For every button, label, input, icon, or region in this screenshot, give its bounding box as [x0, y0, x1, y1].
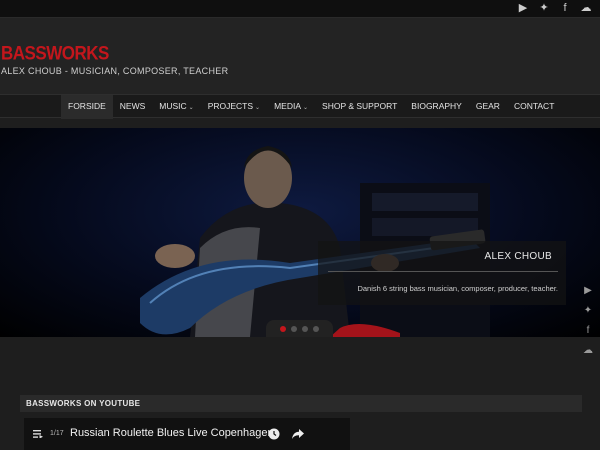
- site-header: BASSWORKS ALEX CHOUB - MUSICIAN, COMPOSE…: [0, 18, 600, 94]
- myspace-icon[interactable]: ✦: [538, 2, 550, 14]
- section-title: BASSWORKS ON YOUTUBE: [26, 399, 141, 408]
- myspace-icon[interactable]: ✦: [581, 305, 595, 317]
- playlist-icon[interactable]: [33, 430, 43, 438]
- watch-later-icon[interactable]: [268, 428, 280, 440]
- nav-item-label: CONTACT: [513, 101, 555, 111]
- site-title[interactable]: BASSWORKS: [1, 42, 109, 65]
- playlist-count: 1/17: [50, 430, 64, 437]
- soundcloud-icon[interactable]: ☁: [581, 345, 595, 357]
- nav-item-label: SHOP & SUPPORT: [322, 101, 398, 111]
- nav-item-label: MUSIC: [159, 101, 187, 111]
- slider-dot[interactable]: [291, 325, 297, 332]
- nav-item-biography[interactable]: BIOGRAPHY: [404, 95, 469, 119]
- nav-item-gear[interactable]: GEAR: [469, 95, 507, 119]
- side-social-links: ▶ ✦ f ☁: [581, 285, 595, 357]
- share-icon[interactable]: [292, 428, 304, 440]
- slider-dot[interactable]: [313, 325, 319, 332]
- facebook-icon[interactable]: f: [559, 2, 571, 14]
- nav-item-news[interactable]: NEWS: [113, 95, 153, 119]
- chevron-down-icon: ⌄: [303, 105, 309, 111]
- main-nav: FORSIDE NEWS MUSIC ⌄ PROJECTS ⌄ MEDIA ⌄ SHOP & S…: [0, 94, 600, 119]
- slide-caption: ALEX CHOUB Danish 6 string bass musician…: [318, 241, 566, 305]
- hero-photo: [140, 146, 490, 337]
- facebook-icon[interactable]: f: [581, 325, 595, 337]
- video-title[interactable]: Russian Roulette Blues Live Copenhagen: [70, 427, 274, 439]
- nav-item-media[interactable]: MEDIA ⌄: [267, 95, 315, 119]
- slide-caption-text: Danish 6 string bass musician, composer,…: [357, 284, 558, 293]
- top-social-links: ▶ ✦ f ☁: [517, 2, 592, 14]
- slide-caption-title: ALEX CHOUB: [484, 251, 552, 262]
- slider-dot[interactable]: [280, 325, 286, 332]
- nav-item-music[interactable]: MUSIC ⌄: [152, 95, 200, 119]
- nav-item-label: BIOGRAPHY: [411, 101, 462, 111]
- caption-divider: [328, 271, 558, 272]
- nav-item-label: FORSIDE: [68, 101, 106, 111]
- slider-pagination: [266, 320, 333, 337]
- nav-item-projects[interactable]: PROJECTS ⌄: [201, 95, 267, 119]
- youtube-section-heading: BASSWORKS ON YOUTUBE: [20, 395, 582, 412]
- top-bar: ▶ ✦ f ☁: [0, 0, 600, 18]
- youtube-icon[interactable]: ▶: [581, 285, 595, 297]
- site-tagline: ALEX CHOUB - MUSICIAN, COMPOSER, TEACHER: [1, 66, 229, 76]
- nav-item-forside[interactable]: FORSIDE: [61, 95, 113, 119]
- youtube-embed[interactable]: 1/17 Russian Roulette Blues Live Copenha…: [24, 418, 350, 450]
- chevron-down-icon: ⌄: [255, 105, 261, 111]
- nav-item-shop-support[interactable]: SHOP & SUPPORT: [315, 95, 404, 119]
- chevron-down-icon: ⌄: [188, 105, 194, 111]
- nav-item-label: PROJECTS: [207, 101, 254, 111]
- youtube-icon[interactable]: ▶: [517, 2, 529, 14]
- soundcloud-icon[interactable]: ☁: [580, 2, 592, 14]
- nav-item-label: GEAR: [475, 101, 500, 111]
- nav-item-contact[interactable]: CONTACT: [507, 95, 561, 119]
- slider-dot[interactable]: [302, 325, 308, 332]
- nav-item-label: NEWS: [119, 101, 146, 111]
- nav-item-label: MEDIA: [274, 101, 301, 111]
- hero-slider[interactable]: ALEX CHOUB Danish 6 string bass musician…: [0, 128, 600, 337]
